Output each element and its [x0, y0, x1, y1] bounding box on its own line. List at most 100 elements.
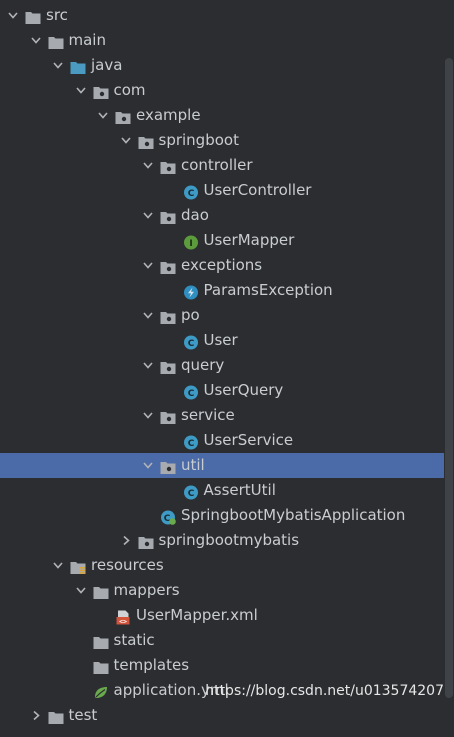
tree-item-label: java: [91, 56, 123, 74]
tree-item-label: UserQuery: [203, 381, 284, 399]
tree-item-label: query: [181, 356, 225, 374]
class-icon: C: [183, 333, 199, 350]
chevron-down-icon[interactable]: [74, 578, 88, 603]
svg-text:I: I: [189, 239, 192, 249]
folder-icon: [93, 658, 109, 674]
tree-item-params-exception[interactable]: ParamsException: [0, 278, 444, 303]
chevron-down-icon[interactable]: [141, 403, 155, 428]
tree-item-controller[interactable]: controller: [0, 153, 444, 178]
resources-folder-icon: [70, 558, 86, 574]
folder-icon: [93, 633, 109, 649]
tree-item-mappers[interactable]: mappers: [0, 578, 444, 603]
tree-item-com[interactable]: com: [0, 78, 444, 103]
package-icon: [160, 158, 176, 174]
tree-item-label: templates: [113, 656, 190, 674]
package-icon: [160, 408, 176, 424]
chevron-down-icon[interactable]: [96, 103, 110, 128]
tree-item-label: com: [113, 81, 146, 99]
tree-item-static[interactable]: static: [0, 628, 444, 653]
tree-item-label: static: [113, 631, 155, 649]
tree-item-springboot-mybatis-application[interactable]: C SpringbootMybatisApplication: [0, 503, 444, 528]
tree-item-assert-util[interactable]: C AssertUtil: [0, 478, 444, 503]
tree-item-label: UserController: [203, 181, 312, 199]
chevron-right-icon[interactable]: [29, 703, 43, 728]
svg-text:C: C: [187, 339, 194, 349]
package-icon: [160, 308, 176, 324]
tree-item-service[interactable]: service: [0, 403, 444, 428]
tree-item-label: controller: [181, 156, 253, 174]
tree-item-label: po: [181, 306, 200, 324]
tree-item-label: test: [68, 706, 98, 724]
chevron-down-icon[interactable]: [29, 28, 43, 53]
tree-item-user-service[interactable]: C UserService: [0, 428, 444, 453]
chevron-down-icon[interactable]: [141, 303, 155, 328]
tree-item-label: service: [181, 406, 235, 424]
folder-icon: [93, 583, 109, 599]
interface-icon: I: [183, 233, 199, 250]
tree-item-user-controller[interactable]: C UserController: [0, 178, 444, 203]
tree-item-user-query[interactable]: C UserQuery: [0, 378, 444, 403]
chevron-down-icon[interactable]: [141, 253, 155, 278]
chevron-down-icon[interactable]: [6, 3, 20, 28]
scrollbar[interactable]: [444, 0, 454, 713]
package-icon: [160, 458, 176, 474]
chevron-down-icon[interactable]: [141, 153, 155, 178]
tree-item-label: UserService: [203, 431, 294, 449]
tree-item-label: springbootmybatis: [158, 531, 300, 549]
chevron-down-icon[interactable]: [51, 553, 65, 578]
chevron-down-icon[interactable]: [141, 203, 155, 228]
chevron-down-icon[interactable]: [74, 78, 88, 103]
folder-icon: [48, 708, 64, 724]
tree-item-user-mapper-xml[interactable]: <> UserMapper.xml: [0, 603, 444, 628]
chevron-down-icon[interactable]: [141, 453, 155, 478]
tree-item-label: springboot: [158, 131, 239, 149]
tree-item-src[interactable]: src: [0, 3, 444, 28]
tree-item-po[interactable]: po: [0, 303, 444, 328]
tree-item-springboot[interactable]: springboot: [0, 128, 444, 153]
svg-text:C: C: [187, 189, 194, 199]
tree-item-label: AssertUtil: [203, 481, 276, 499]
chevron-down-icon[interactable]: [141, 353, 155, 378]
tree-item-label: UserMapper: [203, 231, 295, 249]
tree-item-java[interactable]: java: [0, 53, 444, 78]
tree-item-label: mappers: [113, 581, 180, 599]
package-icon: [93, 83, 109, 99]
folder-icon: [25, 8, 41, 24]
tree-item-resources[interactable]: resources: [0, 553, 444, 578]
exception-icon: [183, 283, 199, 300]
watermark: https://blog.csdn.net/u013574207: [205, 683, 444, 699]
tree-item-label: main: [68, 31, 106, 49]
tree-item-springbootmybatis[interactable]: springbootmybatis: [0, 528, 444, 553]
xml-file-icon: <>: [115, 608, 131, 625]
scrollbar-thumb[interactable]: [445, 58, 453, 698]
tree-item-exceptions[interactable]: exceptions: [0, 253, 444, 278]
tree-item-label: ParamsException: [203, 281, 333, 299]
tree-item-dao[interactable]: dao: [0, 203, 444, 228]
tree-item-user-mapper[interactable]: I UserMapper: [0, 228, 444, 253]
tree-item-label: example: [136, 106, 201, 124]
spring-app-icon: C: [160, 508, 176, 525]
tree-item-label: src: [46, 6, 68, 24]
source-folder-icon: [70, 58, 86, 74]
folder-icon: [48, 33, 64, 49]
spring-config-icon: [93, 683, 109, 698]
tree-item-label: UserMapper.xml: [136, 606, 258, 624]
tree-item-util[interactable]: util: [0, 453, 444, 478]
package-icon: [160, 258, 176, 274]
package-icon: [160, 358, 176, 374]
chevron-down-icon[interactable]: [51, 53, 65, 78]
svg-text:C: C: [187, 389, 194, 399]
project-tree: src main java com example springboot controlle…: [0, 0, 444, 724]
class-icon: C: [183, 383, 199, 400]
tree-item-test[interactable]: test: [0, 703, 444, 728]
chevron-down-icon[interactable]: [119, 128, 133, 153]
tree-item-query[interactable]: query: [0, 353, 444, 378]
chevron-right-icon[interactable]: [119, 528, 133, 553]
class-icon: C: [183, 483, 199, 500]
tree-item-label: SpringbootMybatisApplication: [181, 506, 406, 524]
tree-item-user[interactable]: C User: [0, 328, 444, 353]
tree-item-example[interactable]: example: [0, 103, 444, 128]
tree-item-label: User: [203, 331, 238, 349]
tree-item-templates[interactable]: templates: [0, 653, 444, 678]
tree-item-main[interactable]: main: [0, 28, 444, 53]
